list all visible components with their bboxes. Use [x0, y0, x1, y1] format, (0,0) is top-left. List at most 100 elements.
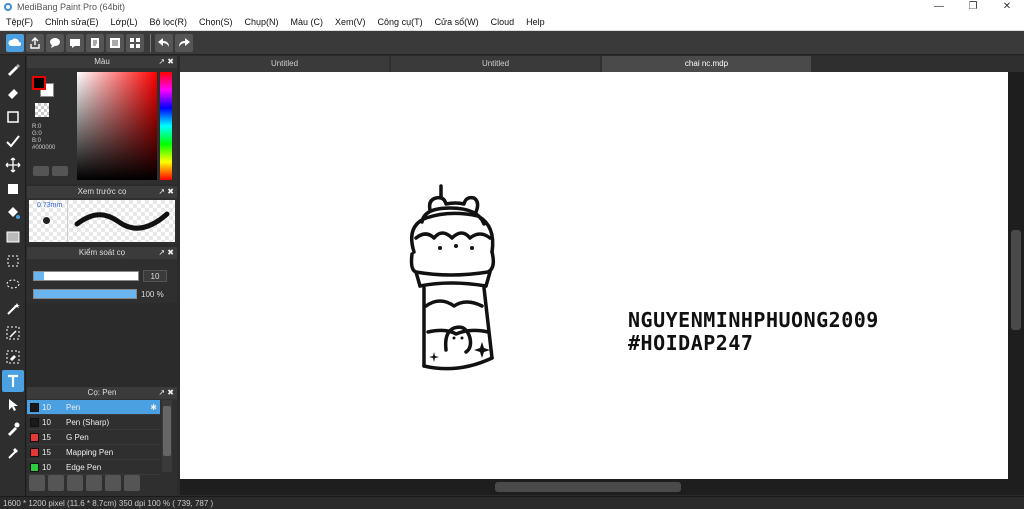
brush-name: Pen (Sharp) — [66, 417, 110, 427]
brush-list-item[interactable]: 10 Edge Pen — [27, 460, 160, 475]
redo-button[interactable] — [175, 33, 193, 52]
tool-line[interactable] — [2, 130, 24, 152]
brush-list-tools — [29, 475, 143, 491]
toolbar-divider — [150, 33, 151, 52]
tool-fill-rect[interactable] — [2, 178, 24, 200]
document-button[interactable] — [86, 33, 104, 52]
share-icon — [30, 36, 40, 49]
brush-list-title: Cọ: Pen — [87, 388, 117, 397]
panel-controls[interactable]: ↗ ✖ — [158, 387, 174, 399]
undo-button[interactable] — [155, 33, 173, 52]
menu-bar: Tệp(F) Chỉnh sửa(E) Lớp(L) Bộ lọc(R) Chọ… — [0, 14, 1024, 31]
brush-size: 15 — [42, 447, 51, 457]
menu-file[interactable]: Tệp(F) — [0, 17, 39, 27]
list-button[interactable] — [106, 33, 124, 52]
share-button[interactable] — [26, 33, 44, 52]
color-picker-square[interactable] — [77, 72, 157, 180]
menu-select[interactable]: Chọn(S) — [193, 17, 239, 27]
tool-dot[interactable] — [2, 106, 24, 128]
brush-list-item[interactable]: 10 Pen (Sharp) — [27, 415, 160, 430]
brush-list-item[interactable]: 15 Mapping Pen — [27, 445, 160, 460]
drawing-canvas[interactable] — [180, 72, 1008, 479]
gear-icon[interactable]: ✱ — [150, 403, 157, 412]
panel-header: Cọ: Pen ↗ ✖ — [27, 387, 177, 399]
magic-wand-icon — [7, 303, 20, 315]
horizontal-scrollbar[interactable] — [180, 479, 1024, 495]
menu-color[interactable]: Màu (C) — [285, 17, 330, 27]
brush-color-swatch — [30, 462, 39, 472]
brush-preview-panel: Xem trước cọ ↗ ✖ 0.73mm — [27, 186, 177, 244]
gradient-icon — [6, 231, 20, 243]
panel-controls[interactable]: ↗ ✖ — [158, 247, 174, 259]
menu-tools[interactable]: Công cụ(T) — [372, 17, 429, 27]
foreground-color-swatch[interactable] — [32, 76, 46, 90]
tool-select-eraser[interactable] — [2, 346, 24, 368]
menu-window[interactable]: Cửa sổ(W) — [429, 17, 485, 27]
title-bar: MediBang Paint Pro (64bit) — ❐ ✕ — [0, 0, 1024, 14]
tool-select-pen[interactable] — [2, 322, 24, 344]
panel-controls[interactable]: ↗ ✖ — [158, 186, 174, 198]
vertical-scroll-thumb[interactable] — [1011, 230, 1021, 330]
tool-move[interactable] — [2, 154, 24, 176]
tab-untitled-1[interactable]: Untitled — [180, 56, 389, 72]
tab-chai-nc[interactable]: chai nc.mdp — [602, 56, 811, 72]
tool-brush[interactable] — [2, 58, 24, 80]
menu-edit[interactable]: Chỉnh sửa(E) — [39, 17, 105, 27]
brush-list-item[interactable]: 15 G Pen — [27, 430, 160, 445]
rgb-hex: #000000 — [32, 145, 56, 151]
tool-gradient[interactable] — [2, 226, 24, 248]
transparent-swatch[interactable] — [35, 103, 49, 117]
color-history-button[interactable] — [52, 166, 68, 176]
tool-eyedropper[interactable] — [2, 418, 24, 440]
brush-opacity-slider[interactable] — [33, 289, 137, 299]
tool-hand[interactable] — [2, 442, 24, 464]
canvas-text: NGUYENMINHPHUONG2009 #HOIDAP247 — [628, 309, 879, 355]
rgb-readout: R:0 G:0 B:0 #000000 — [32, 124, 55, 152]
tool-text[interactable] — [2, 370, 24, 392]
hue-slider[interactable] — [160, 72, 172, 180]
tab-untitled-2[interactable]: Untitled — [391, 56, 600, 72]
menu-snap[interactable]: Chụp(N) — [239, 17, 285, 27]
menu-view[interactable]: Xem(V) — [329, 17, 372, 27]
brush-settings-button[interactable] — [86, 475, 102, 491]
horizontal-scroll-thumb[interactable] — [495, 482, 681, 492]
menu-filter[interactable]: Bộ lọc(R) — [143, 17, 193, 27]
panel-controls[interactable]: ↗ ✖ — [158, 56, 174, 68]
tool-operation[interactable] — [2, 394, 24, 416]
eraser-icon — [8, 89, 18, 99]
brush-size-value[interactable]: 10 — [143, 270, 167, 282]
new-brush-button[interactable] — [48, 475, 64, 491]
brush-size-slider[interactable] — [33, 271, 139, 281]
brush-copy-button[interactable] — [124, 475, 140, 491]
eyedropper-icon — [8, 422, 20, 436]
brush-list-scrollbar[interactable] — [162, 400, 172, 472]
menu-help[interactable]: Help — [520, 17, 551, 27]
minimize-button[interactable]: — — [922, 0, 956, 14]
tool-bucket[interactable] — [2, 202, 24, 224]
brush-menu-button[interactable] — [67, 475, 83, 491]
close-button[interactable]: ✕ — [990, 0, 1024, 14]
brush-folder-button[interactable] — [105, 475, 121, 491]
palette-button[interactable] — [33, 166, 49, 176]
comment-button[interactable] — [46, 33, 64, 52]
maximize-button[interactable]: ❐ — [956, 0, 990, 14]
brush-list-item[interactable]: 10 Pen ✱ — [27, 400, 160, 415]
tool-lasso[interactable] — [2, 274, 24, 296]
tool-select[interactable] — [2, 250, 24, 272]
vertical-scrollbar[interactable] — [1008, 72, 1024, 479]
add-brush-button[interactable] — [29, 475, 45, 491]
size-fill — [34, 272, 45, 280]
brush-name: G Pen — [66, 432, 89, 442]
menu-layer[interactable]: Lớp(L) — [105, 17, 144, 27]
menu-cloud[interactable]: Cloud — [485, 17, 521, 27]
panel-header: Màu ↗ ✖ — [27, 56, 177, 68]
message-button[interactable] — [66, 33, 84, 52]
grid-button[interactable] — [126, 33, 144, 52]
cloud-button[interactable] — [6, 33, 24, 52]
brush-list: 10 Pen ✱ 10 Pen (Sharp) 15 G Pen 15 Mapping Pen 1… — [27, 400, 160, 475]
tool-eraser[interactable] — [2, 82, 24, 104]
select-pen-icon — [6, 326, 20, 340]
pointer-icon — [9, 399, 18, 411]
tool-magic-wand[interactable] — [2, 298, 24, 320]
scroll-thumb[interactable] — [163, 406, 171, 456]
